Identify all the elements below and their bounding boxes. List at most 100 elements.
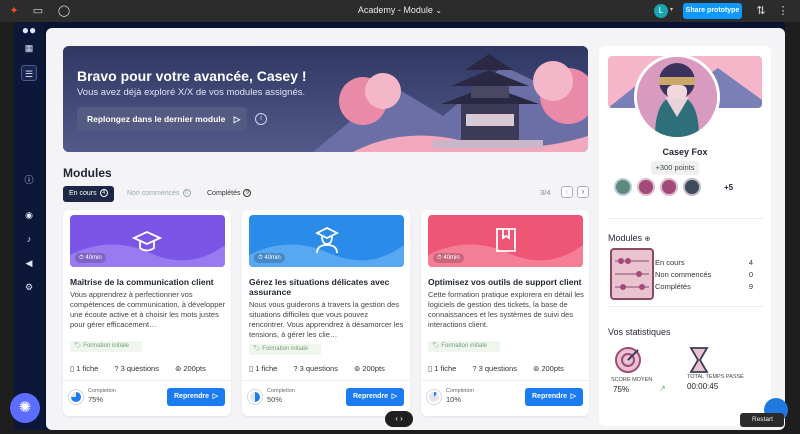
card-title: Maîtrise de la communication client [70, 277, 214, 287]
question-icon: ? 3 questions [293, 364, 338, 373]
duration-badge: ⏱ 40min [433, 253, 464, 263]
settings-sliders-icon[interactable]: ⇅ [754, 4, 768, 18]
restart-button[interactable]: Restart [740, 413, 784, 427]
card-meta: ▯ 1 fiche ? 3 questions ⊚ 200pts [70, 364, 222, 373]
book-icon [496, 228, 516, 252]
add-icon: ⊕ [644, 236, 651, 243]
completion-ring [69, 390, 83, 404]
share-prototype-button[interactable]: Share prototype [683, 3, 742, 19]
user-avatar[interactable]: L [654, 4, 668, 18]
question-icon: ? 3 questions [472, 364, 517, 373]
module-nav-icon[interactable]: ☰ [21, 65, 37, 81]
card-banner: ⏱ 40min [249, 215, 404, 267]
trend-up-icon: ↗ [659, 384, 666, 393]
prototype-toolbar: ✦ ▭ ◯ Academy - Module ⌄ L ▾ Share proto… [0, 0, 800, 22]
card-description: Vous apprendrez à perfectionner vos comp… [70, 290, 226, 329]
tab-en-cours[interactable]: En cours 4 [63, 186, 114, 202]
completion-info: Completion 75% [88, 388, 116, 404]
score-label: SCORE MOYEN [611, 377, 653, 383]
bell-icon[interactable]: ♪ [21, 231, 37, 247]
hourglass-icon [689, 347, 709, 373]
tab-non-commences[interactable]: Non commencés 0 [121, 186, 197, 202]
welcome-banner: Bravo pour votre avancée, Casey ! Vous a… [63, 46, 588, 152]
module-card[interactable]: ⏱ 40min Maîtrise de la communication cli… [63, 210, 231, 416]
more-badges-count[interactable]: +5 [724, 183, 733, 192]
badge-icon[interactable] [683, 178, 701, 196]
resume-button[interactable]: Reprendre ▷ [525, 388, 583, 406]
library-icon[interactable]: ▦ [21, 40, 37, 56]
divider [63, 380, 231, 381]
badge-icon[interactable] [637, 178, 655, 196]
info-icon[interactable]: i [255, 113, 267, 125]
score-value: 75% [613, 385, 630, 394]
avatar-illustration [637, 57, 717, 137]
module-card[interactable]: ⏱ 40min Optimisez vos outils de support … [421, 210, 589, 416]
completion-info: Completion 50% [267, 388, 295, 404]
points-badge: +300 points [651, 161, 699, 175]
app-logo-icon: ●● [21, 23, 37, 37]
points-icon: ⊚ 200pts [532, 364, 564, 373]
divider [242, 380, 410, 381]
graduation-cap-icon [132, 231, 162, 252]
temple-illustration [63, 46, 588, 152]
graduate-person-icon [314, 226, 340, 254]
card-banner: ⏱ 40min [70, 215, 225, 267]
duration-badge: ⏱ 40min [75, 253, 106, 263]
resume-button[interactable]: Reprendre ▷ [346, 388, 404, 406]
app-content: Bravo pour votre avancée, Casey ! Vous a… [46, 28, 785, 430]
play-icon: ▷ [391, 393, 397, 400]
target-icon [615, 347, 641, 373]
file-icon: ▯ 1 fiche [428, 364, 457, 373]
modules-summary-title: Modules ⊕ [608, 233, 651, 243]
prototype-nav-arrows[interactable]: ‹ › [385, 411, 413, 427]
more-options-icon[interactable]: ⋮ [776, 4, 790, 18]
category-tag: 🏷 Formation initiale [428, 341, 500, 352]
time-value: 00:00:45 [687, 382, 719, 391]
completion-info: Completion 10% [446, 388, 474, 404]
page-indicator: 3/4 [540, 188, 551, 197]
chevron-down-icon[interactable]: ▾ [670, 6, 673, 13]
play-icon: ▷ [233, 114, 241, 124]
modules-title: Modules [63, 166, 112, 180]
card-title: Optimisez vos outils de support client [428, 277, 582, 287]
file-icon: ▯ 1 fiche [249, 364, 278, 373]
megaphone-icon[interactable]: ◀ [21, 255, 37, 271]
user-name: Casey Fox [662, 147, 708, 157]
completion-ring [248, 390, 262, 404]
duration-badge: ⏱ 40min [254, 253, 285, 263]
badge-icon[interactable] [660, 178, 678, 196]
question-icon: ? 3 questions [114, 364, 159, 373]
window-title: Academy - Module ⌄ [357, 5, 443, 15]
stats-title: Vos statistiques [608, 327, 671, 337]
stat-non-commences: 0 Non commencés [655, 270, 753, 279]
completion-ring [427, 390, 441, 404]
next-page-button[interactable]: › [577, 186, 589, 198]
play-icon: ▷ [212, 393, 218, 400]
file-icon: ▯ 1 fiche [70, 364, 99, 373]
card-banner: ⏱ 40min [428, 215, 583, 267]
category-tag: 🏷 Formation initiale [70, 341, 142, 352]
card-title: Gérez les situations délicates avec assu… [249, 277, 390, 297]
eye-icon[interactable]: ◉ [21, 207, 37, 223]
card-meta: ▯ 1 fiche ? 3 questions ⊚ 200pts [428, 364, 580, 373]
divider [421, 380, 589, 381]
assistant-fab-button[interactable]: ✺ [10, 393, 40, 423]
info-icon[interactable]: ⓘ [21, 172, 37, 188]
cta-label: Replongez dans le dernier module [87, 114, 226, 124]
welcome-title: Bravo pour votre avancée, Casey ! [77, 68, 307, 84]
divider [607, 218, 763, 219]
resume-button[interactable]: Reprendre ▷ [167, 388, 225, 406]
previous-page-button[interactable]: ‹ [561, 186, 573, 198]
tab-completes[interactable]: Complétés 9 [201, 186, 257, 202]
card-meta: ▯ 1 fiche ? 3 questions ⊚ 200pts [249, 364, 401, 373]
profile-panel: Casey Fox +300 points +5 Modules ⊕ 4 En c… [599, 46, 771, 426]
module-card[interactable]: ⏱ 40min Gérez les situations délicates a… [242, 210, 410, 416]
badge-icon[interactable] [614, 178, 632, 196]
card-description: Nous vous guiderons à travers la gestion… [249, 300, 404, 339]
gear-icon[interactable]: ⚙ [21, 279, 37, 295]
category-tag: 🏷 Formation initiale [249, 344, 321, 355]
profile-avatar [634, 54, 720, 140]
play-icon: ▷ [570, 393, 576, 400]
resume-last-module-button[interactable]: Replongez dans le dernier module ▷ [77, 107, 247, 131]
app-sidebar: ●● ▦ ☰ ⓘ ◉ ♪ ◀ ⚙ [14, 22, 44, 430]
